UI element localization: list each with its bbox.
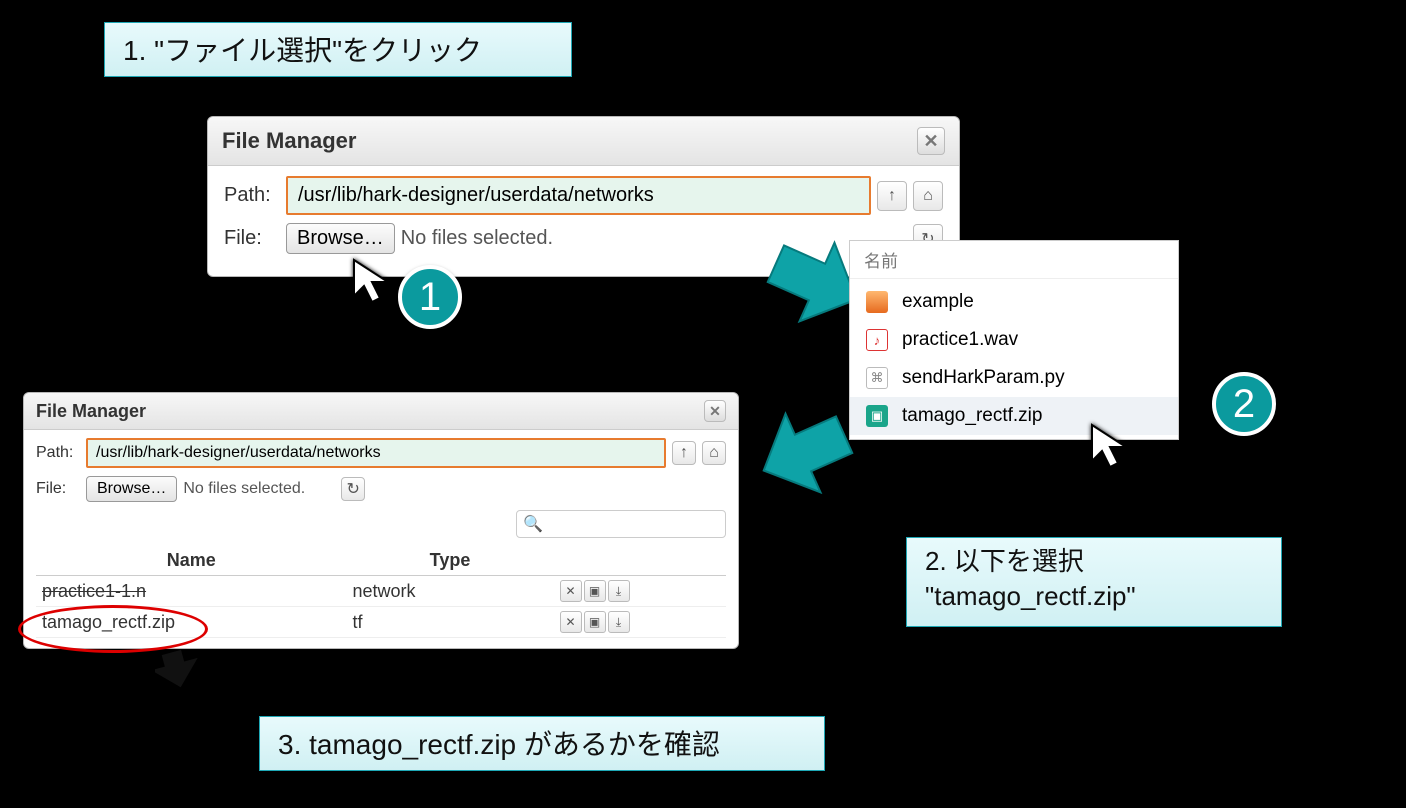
home-button[interactable]: ⌂ (702, 441, 726, 465)
refresh-button[interactable]: ↻ (341, 477, 365, 501)
browser-item-label: example (902, 291, 974, 313)
home-button[interactable]: ⌂ (913, 181, 943, 211)
browse-button[interactable]: Browse… (86, 476, 177, 502)
callout-step2-line2: "tamago_rectf.zip" (925, 579, 1263, 614)
download-icon[interactable]: ⤓ (608, 611, 630, 633)
download-icon[interactable]: ⤓ (608, 580, 630, 602)
open-icon[interactable]: ▣ (584, 611, 606, 633)
os-file-browser: 名前 example ♪ practice1.wav ⌘ sendHarkParam.p… (849, 240, 1179, 440)
col-name[interactable]: Name (36, 546, 347, 576)
cursor-icon (1090, 423, 1134, 471)
table-row[interactable]: practice1-1.nnetwork✕▣⤓ (36, 576, 726, 607)
close-button[interactable]: ✕ (917, 127, 945, 155)
cell-type: network (347, 576, 554, 607)
step-badge-2: 2 (1212, 372, 1276, 436)
path-label: Path: (224, 184, 280, 207)
callout-step2: 2. 以下を選択 "tamago_rectf.zip" (906, 537, 1282, 627)
arrow-left-icon (748, 398, 858, 508)
up-button[interactable]: ↑ (672, 441, 696, 465)
arrow-down-icon (155, 646, 205, 694)
script-icon: ⌘ (866, 367, 888, 389)
callout-step2-line1: 2. 以下を選択 (925, 544, 1263, 579)
cell-actions: ✕▣⤓ (554, 576, 727, 607)
audio-icon: ♪ (866, 329, 888, 351)
cell-type: tf (347, 607, 554, 638)
file-label: File: (224, 227, 280, 250)
browser-item[interactable]: example (850, 283, 1178, 321)
open-icon[interactable]: ▣ (584, 580, 606, 602)
cell-name: practice1-1.n (36, 576, 347, 607)
path-input[interactable] (86, 438, 666, 468)
browser-item-label: tamago_rectf.zip (902, 405, 1042, 427)
search-icon: 🔍 (523, 514, 543, 534)
up-button[interactable]: ↑ (877, 181, 907, 211)
browser-item-label: practice1.wav (902, 329, 1018, 351)
search-input[interactable]: 🔍 (516, 510, 726, 538)
zip-icon: ▣ (866, 405, 888, 427)
step-badge-1: 1 (398, 265, 462, 329)
file-label: File: (36, 480, 80, 498)
folder-icon (866, 291, 888, 313)
no-file-text: No files selected. (401, 227, 553, 250)
browser-header: 名前 (850, 241, 1178, 279)
browse-button[interactable]: Browse… (286, 223, 395, 254)
delete-icon[interactable]: ✕ (560, 580, 582, 602)
path-input[interactable] (286, 176, 871, 215)
callout-step3: 3. tamago_rectf.zip があるかを確認 (259, 716, 825, 771)
fm2-titlebar: File Manager ✕ (24, 393, 738, 430)
cell-actions: ✕▣⤓ (554, 607, 727, 638)
path-label: Path: (36, 444, 80, 462)
browser-item[interactable]: ♪ practice1.wav (850, 321, 1178, 359)
close-button[interactable]: ✕ (704, 400, 726, 422)
fm2-title: File Manager (36, 401, 146, 422)
browser-item[interactable]: ⌘ sendHarkParam.py (850, 359, 1178, 397)
cursor-icon (352, 258, 396, 306)
no-file-text: No files selected. (183, 480, 305, 498)
col-type[interactable]: Type (347, 546, 554, 576)
fm1-title: File Manager (222, 128, 356, 154)
callout-step1: 1. "ファイル選択"をクリック (104, 22, 572, 77)
fm1-titlebar: File Manager ✕ (208, 117, 959, 166)
delete-icon[interactable]: ✕ (560, 611, 582, 633)
browser-item-label: sendHarkParam.py (902, 367, 1065, 389)
browser-list: example ♪ practice1.wav ⌘ sendHarkParam.py ▣ t… (850, 279, 1178, 439)
